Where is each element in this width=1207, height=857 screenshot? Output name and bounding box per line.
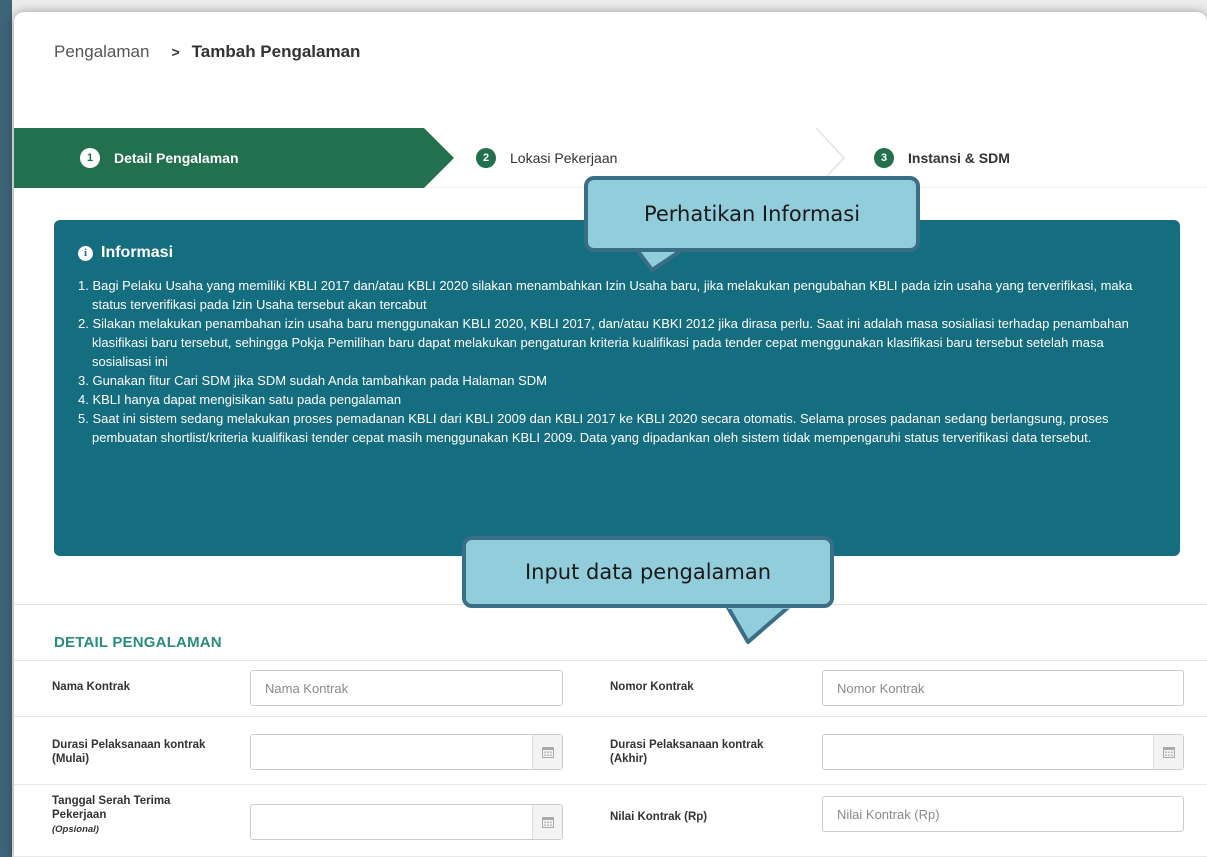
info-box: i Informasi 1. Bagi Pelaku Usaha yang me… bbox=[54, 220, 1180, 556]
nilai-kontrak-label: Nilai Kontrak (Rp) bbox=[610, 811, 708, 823]
calendar-button[interactable] bbox=[1153, 735, 1183, 769]
info-list-item: 4. KBLI hanya dapat mengisikan satu pada… bbox=[78, 392, 402, 407]
step-number: 2 bbox=[476, 148, 496, 168]
info-title-text: Informasi bbox=[101, 244, 174, 261]
breadcrumb: Pengalaman > Tambah Pengalaman bbox=[54, 42, 360, 62]
durasi-mulai-date-input[interactable] bbox=[250, 734, 563, 770]
tanggal-serah-date-input[interactable] bbox=[250, 804, 563, 840]
info-list-item: 5. Saat ini sistem sedang melakukan pros… bbox=[78, 411, 1109, 445]
tanggal-serah-label-text: Tanggal Serah Terima Pekerjaan bbox=[52, 795, 171, 821]
step-label: Detail Pengalaman bbox=[114, 150, 239, 166]
step-detail-pengalaman[interactable]: 1 Detail Pengalaman bbox=[80, 128, 239, 188]
durasi-akhir-label: Durasi Pelaksanaan kontrak (Akhir) bbox=[610, 739, 764, 765]
info-list-item: 2. Silakan melakukan penambahan izin usa… bbox=[78, 316, 1129, 369]
background-sidebar bbox=[0, 0, 12, 857]
breadcrumb-parent-link[interactable]: Pengalaman bbox=[54, 42, 149, 62]
calendar-button[interactable] bbox=[532, 735, 562, 769]
durasi-mulai-label: Durasi Pelaksanaan kontrak (Mulai) bbox=[52, 739, 206, 765]
step-number: 1 bbox=[80, 148, 100, 168]
durasi-akhir-date-input[interactable] bbox=[822, 734, 1184, 770]
main-panel: Pengalaman > Tambah Pengalaman 1 Detail … bbox=[14, 12, 1207, 857]
info-list-item: 3. Gunakan fitur Cari SDM jika SDM sudah… bbox=[78, 373, 547, 388]
step-number: 3 bbox=[874, 148, 894, 168]
calendar-icon bbox=[541, 747, 554, 758]
callout-tail bbox=[724, 604, 794, 644]
nomor-kontrak-label: Nomor Kontrak bbox=[610, 681, 694, 693]
nama-kontrak-input[interactable] bbox=[250, 670, 563, 706]
calendar-button[interactable] bbox=[532, 805, 562, 839]
step-label: Instansi & SDM bbox=[908, 150, 1010, 166]
callout-input-data-pengalaman: Input data pengalaman bbox=[462, 536, 834, 608]
info-list-item: 1. Bagi Pelaku Usaha yang memiliki KBLI … bbox=[78, 278, 1133, 312]
nama-kontrak-label: Nama Kontrak bbox=[52, 681, 130, 693]
calendar-icon bbox=[1162, 747, 1175, 758]
tanggal-serah-label: Tanggal Serah Terima Pekerjaan (Opsional… bbox=[52, 794, 212, 837]
optional-note: (Opsional) bbox=[52, 824, 99, 835]
breadcrumb-current: Tambah Pengalaman bbox=[191, 42, 361, 61]
row-divider bbox=[14, 716, 1207, 717]
calendar-icon bbox=[541, 817, 554, 828]
step-label: Lokasi Pekerjaan bbox=[510, 150, 618, 166]
nomor-kontrak-input[interactable] bbox=[822, 670, 1184, 706]
section-title: DETAIL PENGALAMAN bbox=[54, 634, 222, 651]
nilai-kontrak-input[interactable] bbox=[822, 796, 1184, 832]
row-divider bbox=[14, 784, 1207, 785]
row-divider bbox=[14, 660, 1207, 661]
callout-perhatikan-informasi: Perhatikan Informasi bbox=[584, 176, 920, 252]
info-list: 1. Bagi Pelaku Usaha yang memiliki KBLI … bbox=[78, 276, 1156, 447]
breadcrumb-separator: > bbox=[171, 44, 180, 60]
info-icon: i bbox=[78, 245, 93, 261]
